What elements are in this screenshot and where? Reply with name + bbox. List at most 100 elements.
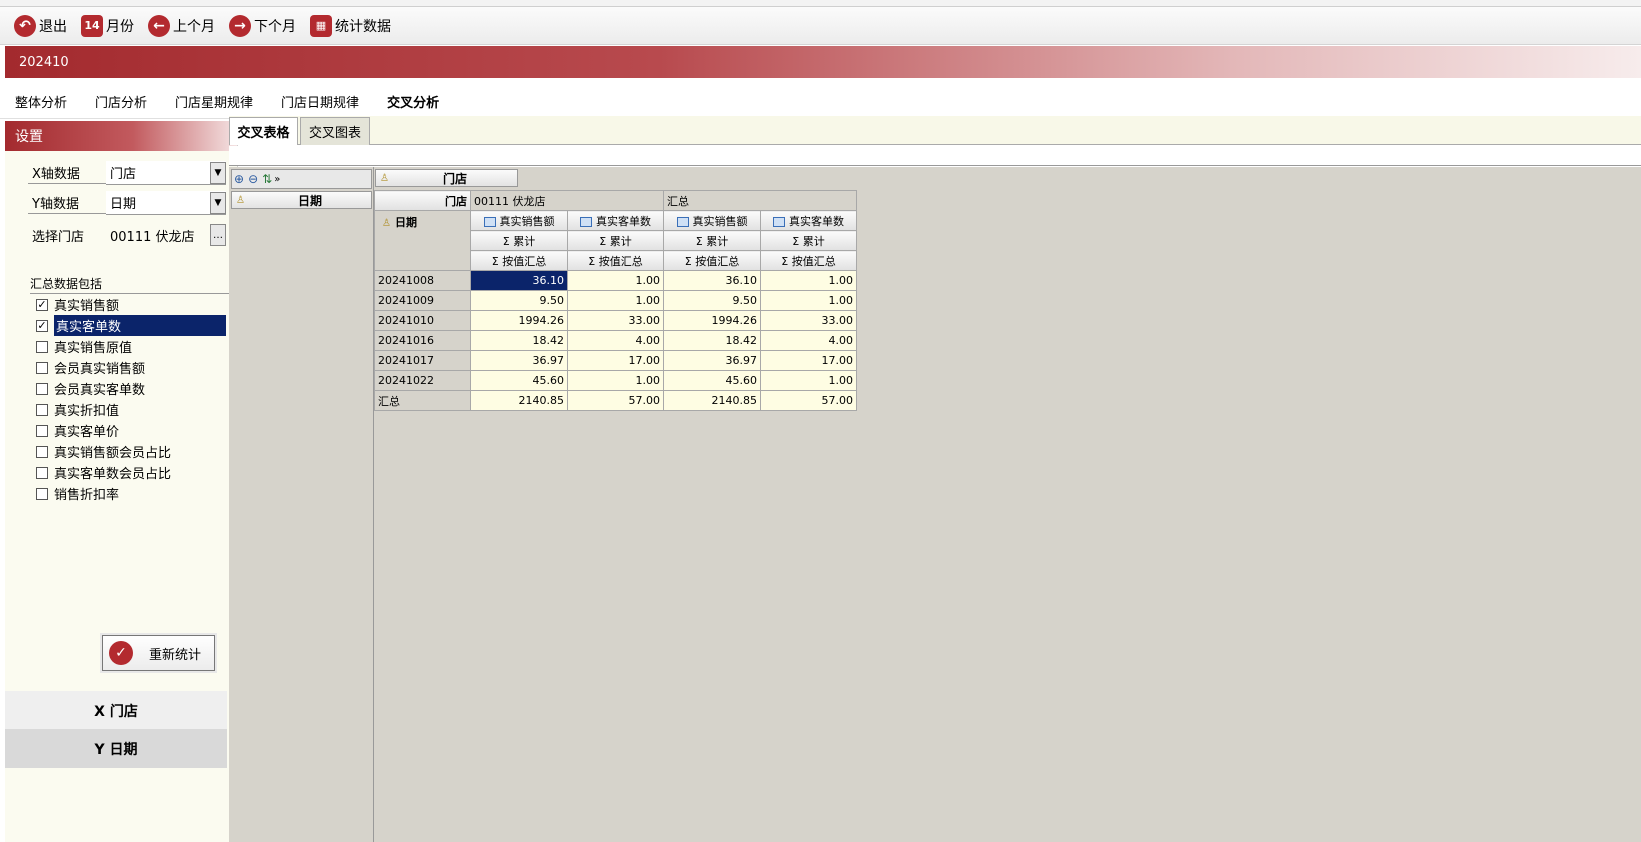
metric-item[interactable]: 真实销售原值 [33, 336, 236, 357]
tab-cross-analysis[interactable]: 交叉分析 [381, 85, 448, 119]
table-cell[interactable]: 4.00 [760, 330, 857, 351]
metric-item[interactable]: 会员真实客单数 [33, 378, 236, 399]
agg-header[interactable]: Σ 按值汇总 [760, 250, 857, 271]
chevron-down-icon[interactable]: ▼ [210, 162, 226, 184]
table-cell[interactable]: 17.00 [760, 350, 857, 371]
table-cell[interactable]: 1.00 [567, 290, 664, 311]
measure-header[interactable]: 真实客单数 [567, 210, 664, 231]
date-header-cell[interactable]: ♙ 日期 [374, 210, 471, 271]
checkbox[interactable] [36, 445, 48, 458]
tab-overall[interactable]: 整体分析 [15, 85, 67, 119]
table-cell[interactable]: 36.10 [663, 270, 761, 291]
metric-item[interactable]: 真实客单价 [33, 420, 236, 441]
agg-header[interactable]: Σ 按值汇总 [663, 250, 761, 271]
checkbox[interactable] [36, 424, 48, 437]
metric-item[interactable]: 会员真实销售额 [33, 357, 236, 378]
table-cell[interactable]: 45.60 [663, 370, 761, 391]
table-cell[interactable]: 1994.26 [470, 310, 568, 331]
checkbox[interactable] [36, 466, 48, 479]
agg-header[interactable]: Σ 按值汇总 [567, 250, 664, 271]
metric-item[interactable]: 真实销售额会员占比 [33, 441, 236, 462]
table-cell[interactable]: 1.00 [567, 370, 664, 391]
tab-cross-table[interactable]: 交叉表格 [229, 117, 298, 145]
table-cell[interactable]: 57.00 [567, 390, 664, 411]
agg-header[interactable]: Σ 累计 [663, 230, 761, 251]
checkbox[interactable] [36, 382, 48, 395]
next-month-button[interactable]: → 下个月 [229, 14, 296, 37]
checkbox[interactable] [36, 361, 48, 374]
row-date[interactable]: 20241017 [374, 350, 471, 371]
y-axis-select[interactable]: 日期 ▼ [106, 191, 226, 215]
metric-item[interactable]: ✓ 真实客单数 [33, 315, 236, 336]
table-cell[interactable]: 4.00 [567, 330, 664, 351]
table-cell[interactable]: 9.50 [663, 290, 761, 311]
row-date[interactable]: 20241022 [374, 370, 471, 391]
table-cell[interactable]: 17.00 [567, 350, 664, 371]
sort-icon[interactable]: ⇅ [262, 172, 272, 186]
measure-header[interactable]: 真实销售额 [470, 210, 568, 231]
row-date[interactable]: 20241008 [374, 270, 471, 291]
table-cell[interactable]: 1994.26 [663, 310, 761, 331]
table-cell[interactable]: 45.60 [470, 370, 568, 391]
row-date[interactable]: 20241009 [374, 290, 471, 311]
x-axis-select[interactable]: 门店 ▼ [106, 161, 226, 185]
agg-header[interactable]: Σ 累计 [470, 230, 568, 251]
store-select[interactable]: 00111 伏龙店 … [106, 223, 226, 247]
month-button[interactable]: 14 月份 [81, 14, 134, 37]
table-cell[interactable]: 18.42 [663, 330, 761, 351]
tab-store[interactable]: 门店分析 [95, 85, 147, 119]
agg-header[interactable]: Σ 累计 [760, 230, 857, 251]
total-header-cell[interactable]: 汇总 [663, 190, 857, 211]
column-field-store[interactable]: ♙ 门店 [375, 169, 518, 187]
checkbox[interactable] [36, 487, 48, 500]
rerun-button[interactable]: ✓ 重新统计 [102, 635, 215, 671]
table-cell[interactable]: 9.50 [470, 290, 568, 311]
row-date[interactable]: 20241016 [374, 330, 471, 351]
table-cell[interactable]: 36.97 [470, 350, 568, 371]
tab-cross-chart[interactable]: 交叉图表 [300, 117, 370, 145]
measure-header[interactable]: 真实销售额 [663, 210, 761, 231]
metric-item[interactable]: 真实折扣值 [33, 399, 236, 420]
table-cell[interactable]: 33.00 [760, 310, 857, 331]
store-header-cell[interactable]: 门店 [374, 190, 471, 211]
axis-y-button[interactable]: Y 日期 [5, 729, 227, 768]
checkbox[interactable]: ✓ [36, 319, 48, 332]
table-cell[interactable]: 2140.85 [663, 390, 761, 411]
table-cell[interactable]: 1.00 [760, 290, 857, 311]
table-cell[interactable]: 36.10 [470, 270, 568, 291]
store-header-label: 门店 [445, 194, 467, 208]
tab-store-date[interactable]: 门店日期规律 [281, 85, 359, 119]
table-cell[interactable]: 57.00 [760, 390, 857, 411]
table-cell[interactable]: 2140.85 [470, 390, 568, 411]
agg-header[interactable]: Σ 按值汇总 [470, 250, 568, 271]
table-cell[interactable]: 1.00 [760, 270, 857, 291]
exit-button[interactable]: ↶ 退出 [14, 14, 67, 37]
table-cell[interactable]: 1.00 [760, 370, 857, 391]
metric-item[interactable]: ✓ 真实销售额 [33, 294, 236, 315]
table-cell[interactable]: 18.42 [470, 330, 568, 351]
checkbox[interactable] [36, 403, 48, 416]
table-cell[interactable]: 33.00 [567, 310, 664, 331]
chevron-down-icon[interactable]: ▼ [210, 192, 226, 214]
prev-month-button[interactable]: ← 上个月 [148, 14, 215, 37]
row-date[interactable]: 汇总 [374, 390, 471, 411]
checkbox[interactable] [36, 340, 48, 353]
more-icon[interactable]: » [274, 174, 280, 185]
zoom-out-icon[interactable]: ⊖ [248, 172, 258, 186]
row-field-date[interactable]: ♙ 日期 [231, 191, 372, 209]
tab-store-weekday[interactable]: 门店星期规律 [175, 85, 253, 119]
axis-x-button[interactable]: X 门店 [5, 691, 227, 730]
row-date[interactable]: 20241010 [374, 310, 471, 331]
metric-item[interactable]: 真实客单数会员占比 [33, 462, 236, 483]
table-cell[interactable]: 1.00 [567, 270, 664, 291]
y-axis-label: Y轴数据 [28, 192, 106, 214]
store-name-cell[interactable]: 00111 伏龙店 [470, 190, 664, 211]
measure-header[interactable]: 真实客单数 [760, 210, 857, 231]
checkbox[interactable]: ✓ [36, 298, 48, 311]
ellipsis-icon[interactable]: … [210, 224, 226, 246]
metric-item[interactable]: 销售折扣率 [33, 483, 236, 504]
table-cell[interactable]: 36.97 [663, 350, 761, 371]
stats-button[interactable]: ▦ 统计数据 [310, 14, 391, 37]
agg-header[interactable]: Σ 累计 [567, 230, 664, 251]
zoom-in-icon[interactable]: ⊕ [234, 172, 244, 186]
